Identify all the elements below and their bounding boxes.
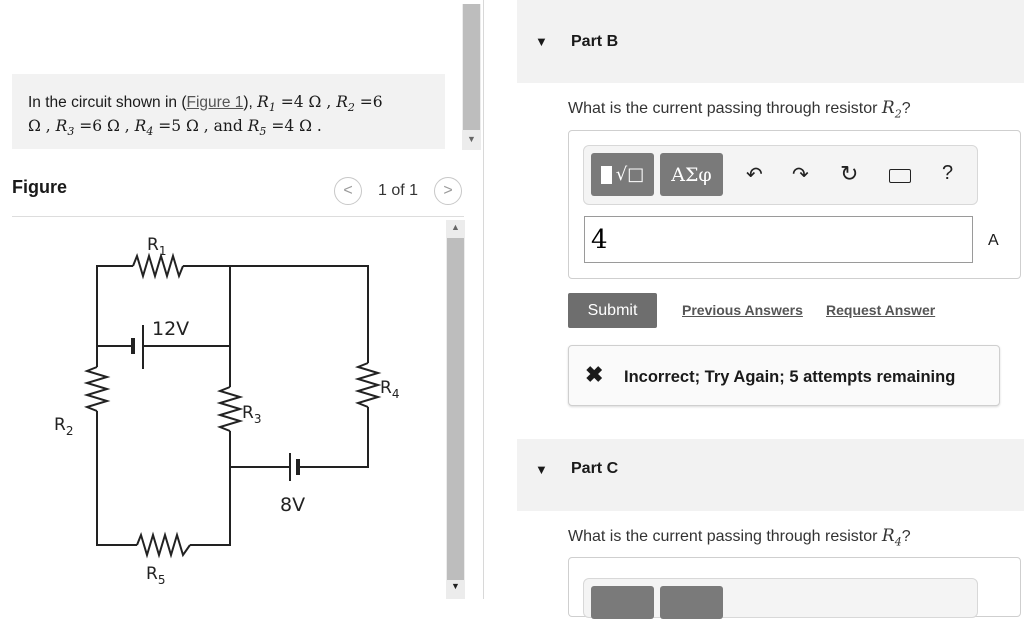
- part-c-title: Part C: [571, 460, 619, 477]
- label-r2: R2: [54, 415, 73, 438]
- incorrect-x-icon: ✖: [585, 362, 604, 387]
- wire-left-bottom: [96, 411, 137, 546]
- resistor-r1: [132, 252, 184, 280]
- r2-variable: R2: [336, 93, 355, 115]
- scroll-up-arrow-icon[interactable]: ▲: [451, 222, 460, 232]
- figure-title: Figure: [12, 177, 68, 197]
- chevron-right-icon: >: [443, 182, 453, 199]
- part-c-header[interactable]: ▼ Part C: [517, 439, 1024, 511]
- part-b-header[interactable]: ▼ Part B: [517, 0, 1024, 83]
- figure-scrollbar[interactable]: ▲ ▼: [446, 220, 465, 599]
- problem-scrollbar-thumb[interactable]: [463, 4, 480, 130]
- part-c-math-toolbar: [583, 578, 978, 619]
- previous-figure-button[interactable]: <: [334, 177, 362, 205]
- part-b-question: What is the current passing through resi…: [568, 98, 911, 121]
- caret-down-icon: ▼: [535, 34, 548, 49]
- request-answer-link[interactable]: Request Answer: [826, 302, 935, 318]
- r4-value: =5 Ω , and: [153, 117, 248, 136]
- figure-divider: [12, 216, 464, 217]
- r2-unit: Ω ,: [28, 117, 56, 136]
- templates-button[interactable]: √□: [591, 153, 654, 196]
- template-box-icon: [600, 165, 612, 184]
- math-toolbar: √□ ΑΣφ ↶ ↷ ↻ ?: [583, 145, 978, 205]
- wire-right-bottom: [308, 407, 369, 468]
- sqrt-icon: √□: [615, 164, 645, 185]
- feedback-message: Incorrect; Try Again; 5 attempts remaini…: [624, 368, 956, 386]
- part-c-question: What is the current passing through resi…: [568, 526, 911, 549]
- r4-variable: R4: [134, 117, 154, 139]
- label-r1: R1: [147, 235, 166, 258]
- resistor-r4: [354, 362, 382, 408]
- label-r5: R5: [146, 564, 165, 587]
- keyboard-icon[interactable]: [889, 169, 911, 183]
- figure-page-indicator: 1 of 1: [378, 182, 419, 199]
- help-button[interactable]: ?: [942, 162, 953, 185]
- answer-input[interactable]: [584, 216, 973, 263]
- part-c-templates-button[interactable]: [591, 586, 654, 619]
- problem-statement: In the circuit shown in (Figure 1), R1 =…: [28, 93, 438, 141]
- circuit-diagram: R1 R2 R3 R4 R5 12V 8V: [54, 235, 399, 587]
- next-figure-button[interactable]: >: [434, 177, 462, 205]
- problem-text-prefix: In the circuit shown in (: [28, 94, 187, 111]
- r2-value: =6: [354, 93, 383, 111]
- caret-down-icon: ▼: [535, 462, 548, 477]
- part-b-title: Part B: [571, 33, 619, 50]
- submit-button[interactable]: Submit: [568, 293, 657, 328]
- wire-middle-bottom: [190, 431, 231, 546]
- label-battery-8v: 8V: [280, 494, 305, 516]
- chevron-left-icon: <: [343, 182, 353, 199]
- label-r4: R4: [380, 378, 399, 401]
- r3-variable: R3: [55, 117, 75, 139]
- r5-value: =4 Ω .: [266, 117, 322, 136]
- pane-divider: [483, 0, 484, 599]
- scroll-down-arrow-icon[interactable]: ▼: [467, 134, 476, 144]
- figure-scrollbar-thumb[interactable]: [447, 238, 464, 580]
- label-battery-12v: 12V: [152, 318, 189, 340]
- previous-answers-link[interactable]: Previous Answers: [682, 302, 803, 318]
- part-c-answer-card: [568, 557, 1021, 619]
- reset-icon[interactable]: ↻: [840, 161, 858, 187]
- resistor-r2: [83, 366, 111, 412]
- part-c-symbols-button[interactable]: [660, 586, 723, 619]
- scroll-down-arrow-icon[interactable]: ▼: [451, 581, 460, 591]
- label-r3: R3: [242, 403, 261, 426]
- wire-left-top: [96, 265, 133, 367]
- redo-icon[interactable]: ↷: [792, 162, 809, 187]
- unit-label: A: [988, 232, 999, 249]
- wire-top-right: [183, 265, 369, 363]
- undo-icon[interactable]: ↶: [746, 162, 763, 187]
- r5-variable: R5: [247, 117, 267, 139]
- resistor-r5: [136, 531, 191, 559]
- symbols-button[interactable]: ΑΣφ: [660, 153, 723, 196]
- r1-variable: R1: [257, 93, 276, 115]
- r3-value: =6 Ω ,: [74, 117, 135, 136]
- problem-scrollbar[interactable]: ▼: [462, 4, 481, 150]
- problem-text-suffix: ),: [243, 94, 253, 111]
- figure-link[interactable]: Figure 1: [187, 94, 244, 111]
- resistor-r3: [216, 386, 244, 432]
- r1-value: =4 Ω ,: [275, 93, 337, 111]
